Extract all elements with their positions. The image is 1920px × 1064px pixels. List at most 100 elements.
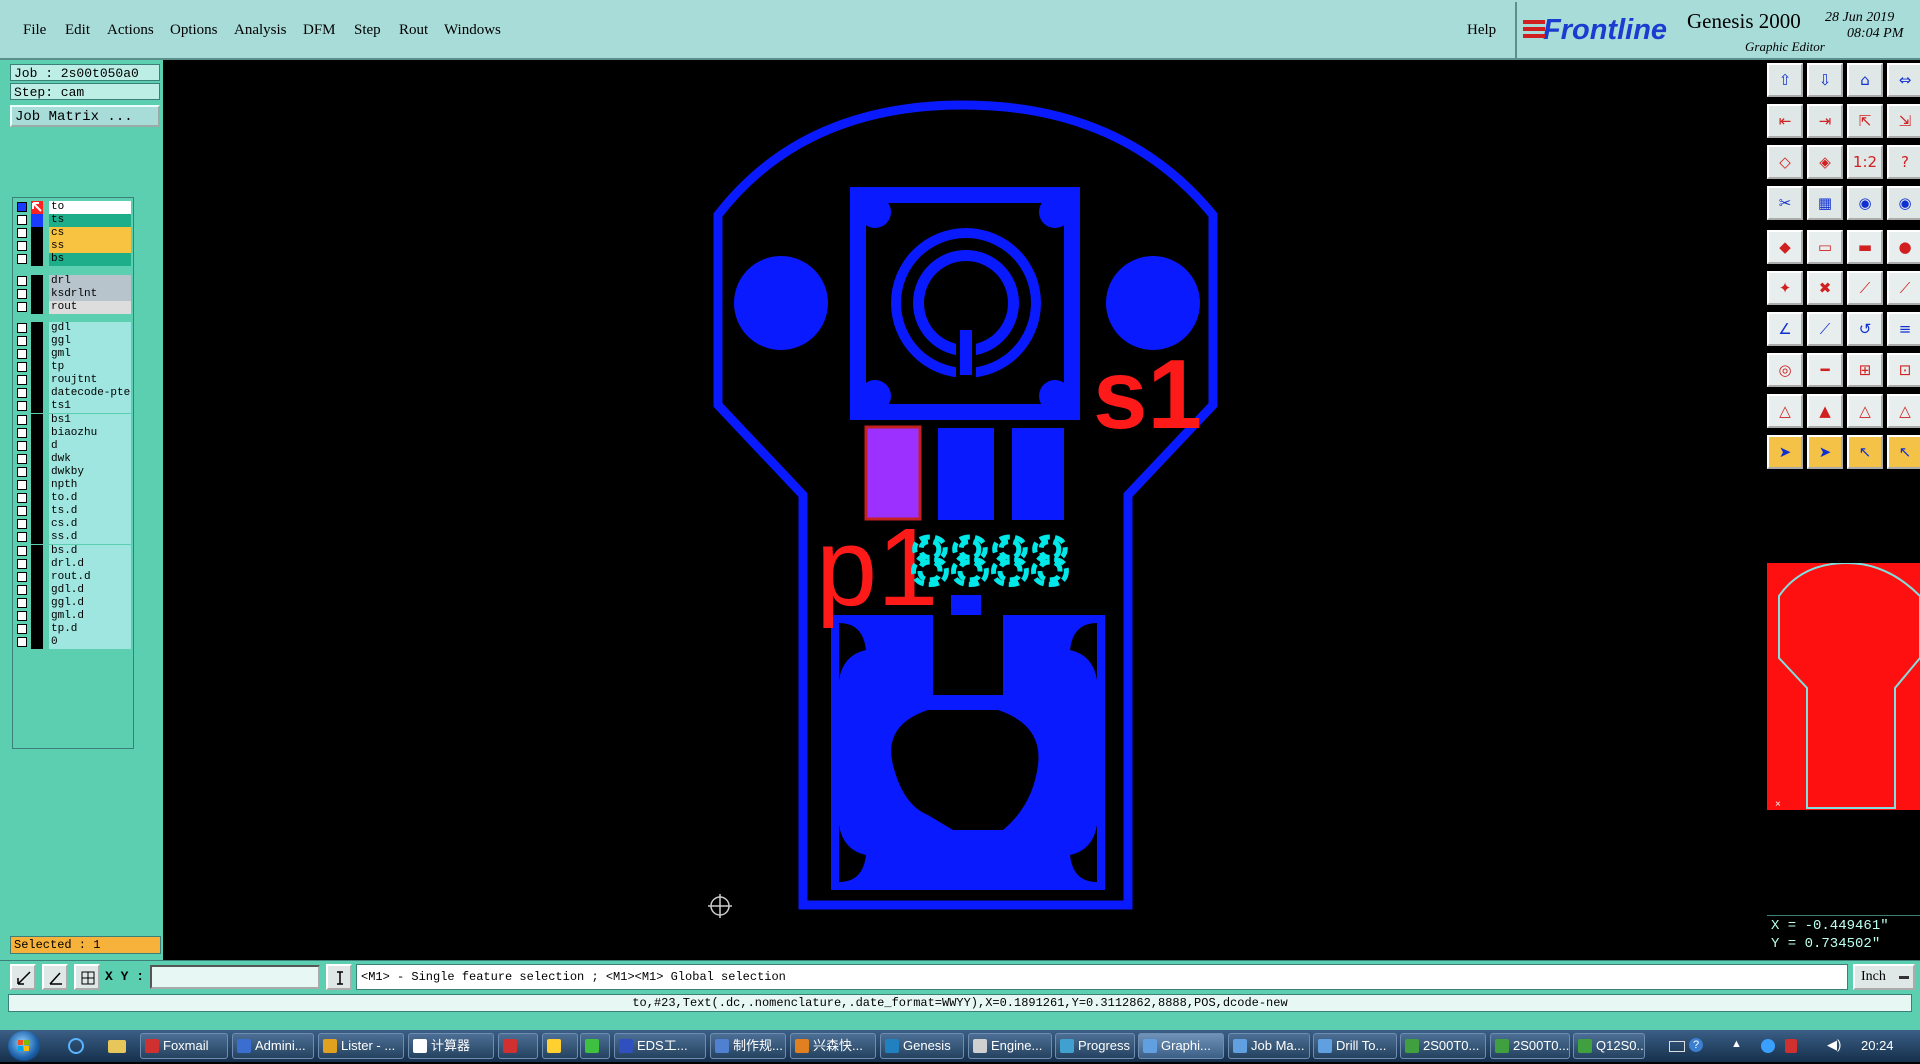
menu-analysis[interactable]: Analysis bbox=[234, 22, 287, 39]
tool-button[interactable]: ⌂ bbox=[1847, 63, 1883, 97]
layer-row[interactable]: ggl bbox=[15, 334, 133, 348]
layer-row[interactable]: cs bbox=[15, 227, 133, 241]
tool-button[interactable]: ⟋ bbox=[1887, 271, 1920, 305]
tool-button[interactable]: ⇥ bbox=[1807, 104, 1843, 138]
tool-button[interactable]: ✂ bbox=[1767, 186, 1803, 220]
layer-row[interactable]: gml.d bbox=[15, 610, 133, 623]
layer-row[interactable]: bs bbox=[15, 253, 133, 267]
taskbar-button[interactable]: 制作规... bbox=[710, 1033, 786, 1059]
tool-button[interactable]: △ bbox=[1767, 394, 1803, 428]
tool-button[interactable]: ⇤ bbox=[1767, 104, 1803, 138]
layer-row[interactable]: tp.d bbox=[15, 623, 133, 637]
tool-button[interactable]: ▲ bbox=[1807, 394, 1843, 428]
taskbar-button[interactable]: 计算器 bbox=[408, 1033, 494, 1059]
layer-row[interactable]: to.d bbox=[15, 492, 133, 506]
taskbar-button[interactable]: Drill To... bbox=[1313, 1033, 1397, 1059]
layer-checkbox[interactable] bbox=[17, 466, 27, 477]
menu-dfm[interactable]: DFM bbox=[303, 22, 336, 39]
layer-checkbox[interactable] bbox=[17, 335, 27, 346]
layer-checkbox[interactable] bbox=[17, 440, 27, 451]
layer-row[interactable]: roujtnt bbox=[15, 374, 133, 388]
layer-row[interactable]: npth bbox=[15, 479, 133, 492]
layer-checkbox[interactable] bbox=[17, 254, 27, 265]
volume-icon[interactable]: ◀) bbox=[1827, 1037, 1841, 1053]
layer-row[interactable]: drl.d bbox=[15, 557, 133, 571]
taskbar-button[interactable]: 2S00T0... bbox=[1400, 1033, 1486, 1059]
menu-actions[interactable]: Actions bbox=[107, 22, 154, 39]
tool-button[interactable]: ◇ bbox=[1767, 145, 1803, 179]
tool-button[interactable]: ↖ bbox=[1887, 435, 1920, 469]
layer-row[interactable]: ts bbox=[15, 214, 133, 228]
taskbar-button[interactable]: Lister - ... bbox=[318, 1033, 404, 1059]
layer-row[interactable]: rout.d bbox=[15, 570, 133, 584]
layer-checkbox[interactable] bbox=[17, 427, 27, 438]
tool-button[interactable]: ⟋ bbox=[1807, 312, 1843, 346]
layer-checkbox[interactable] bbox=[17, 202, 27, 212]
layer-checkbox[interactable] bbox=[17, 388, 27, 399]
layer-checkbox[interactable] bbox=[17, 453, 27, 464]
tool-button[interactable]: ▬ bbox=[1847, 230, 1883, 264]
layer-row[interactable]: to bbox=[15, 201, 133, 214]
taskbar-button[interactable]: 兴森快... bbox=[790, 1033, 876, 1059]
graphic-canvas[interactable]: s1 p1 8888 bbox=[163, 60, 1765, 960]
layer-checkbox[interactable] bbox=[17, 241, 27, 252]
taskbar-button[interactable]: Graphi... bbox=[1138, 1033, 1224, 1059]
layer-row[interactable]: gml bbox=[15, 348, 133, 361]
tool-button[interactable]: ⊞ bbox=[1847, 353, 1883, 387]
network-icon[interactable] bbox=[1761, 1039, 1775, 1053]
layer-checkbox[interactable] bbox=[17, 493, 27, 504]
layer-row[interactable]: rout bbox=[15, 300, 133, 314]
tool-button[interactable]: △ bbox=[1887, 394, 1920, 428]
layer-row[interactable]: biaozhu bbox=[15, 426, 133, 440]
layer-checkbox[interactable] bbox=[17, 506, 27, 517]
taskbar-button[interactable]: Admini... bbox=[232, 1033, 314, 1059]
tool-button[interactable]: ∠ bbox=[1767, 312, 1803, 346]
layer-checkbox[interactable] bbox=[17, 532, 27, 543]
layer-row[interactable]: datecode-pte bbox=[15, 387, 133, 401]
layer-row[interactable]: ss.d bbox=[15, 531, 133, 545]
layer-checkbox[interactable] bbox=[17, 624, 27, 635]
layer-checkbox[interactable] bbox=[17, 349, 27, 359]
job-matrix-button[interactable]: Job Matrix ... bbox=[10, 105, 160, 127]
layer-checkbox[interactable] bbox=[17, 275, 27, 286]
layer-row[interactable]: bs1 bbox=[15, 413, 133, 427]
menu-help[interactable]: Help bbox=[1467, 22, 1496, 39]
layer-row[interactable]: dwkby bbox=[15, 465, 133, 479]
layer-row[interactable]: cs.d bbox=[15, 518, 133, 532]
tool-button[interactable]: ⇔ bbox=[1887, 63, 1920, 97]
layer-checkbox[interactable] bbox=[17, 228, 27, 239]
tool-button[interactable]: △ bbox=[1847, 394, 1883, 428]
tool-button[interactable]: ↖ bbox=[1847, 435, 1883, 469]
taskbar-button[interactable]: 2S00T0... bbox=[1490, 1033, 1570, 1059]
snap-angle-button[interactable] bbox=[42, 964, 68, 990]
layer-checkbox[interactable] bbox=[17, 401, 27, 412]
tool-button[interactable]: ≡ bbox=[1887, 312, 1920, 346]
tool-button[interactable]: ◆ bbox=[1767, 230, 1803, 264]
taskbar-button[interactable]: Engine... bbox=[968, 1033, 1052, 1059]
xy-apply-button[interactable] bbox=[326, 964, 352, 990]
tool-button[interactable]: ⟋ bbox=[1847, 271, 1883, 305]
menu-rout[interactable]: Rout bbox=[399, 22, 428, 39]
layer-checkbox[interactable] bbox=[17, 519, 27, 530]
taskbar-button[interactable] bbox=[580, 1033, 610, 1059]
tool-button[interactable]: ✦ bbox=[1767, 271, 1803, 305]
snap-center-button[interactable] bbox=[74, 964, 100, 990]
menu-edit[interactable]: Edit bbox=[65, 22, 90, 39]
tool-button[interactable]: ▦ bbox=[1807, 186, 1843, 220]
overview-preview[interactable]: × bbox=[1767, 561, 1920, 810]
tool-button[interactable]: ➤ bbox=[1767, 435, 1803, 469]
taskbar-button[interactable]: Q12S0... bbox=[1573, 1033, 1645, 1059]
tool-button[interactable]: ━ bbox=[1807, 353, 1843, 387]
layer-row[interactable]: gdl bbox=[15, 321, 133, 335]
tray-expand-icon[interactable]: ▲ bbox=[1731, 1038, 1742, 1050]
tool-button[interactable]: ➤ bbox=[1807, 435, 1843, 469]
tool-button[interactable]: ◈ bbox=[1807, 145, 1843, 179]
tool-button[interactable]: ● bbox=[1887, 230, 1920, 264]
layer-row[interactable]: d bbox=[15, 439, 133, 453]
tool-button[interactable]: ◉ bbox=[1847, 186, 1883, 220]
menu-windows[interactable]: Windows bbox=[444, 22, 501, 39]
layer-checkbox[interactable] bbox=[17, 597, 27, 608]
taskbar-button[interactable]: Progress bbox=[1055, 1033, 1135, 1059]
layer-row[interactable]: drl bbox=[15, 274, 133, 288]
layer-row[interactable]: ksdrlnt bbox=[15, 287, 133, 301]
